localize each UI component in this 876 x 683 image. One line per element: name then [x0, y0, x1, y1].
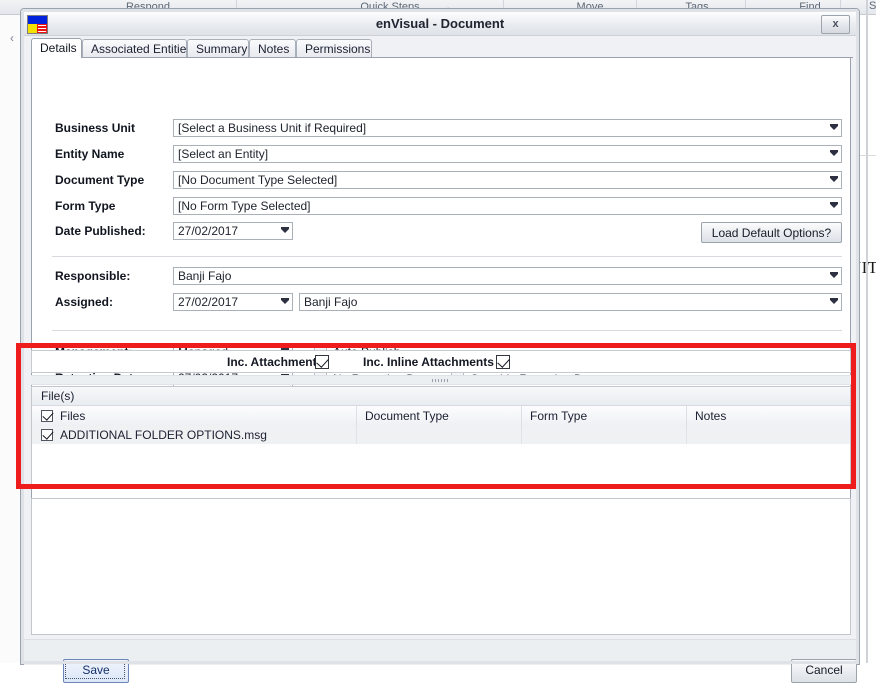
inc-attachments-label: Inc. Attachments: [227, 355, 324, 369]
dialog-footer: [24, 639, 856, 665]
form-type-label: Form Type: [55, 199, 116, 213]
close-icon[interactable]: x: [821, 15, 850, 34]
dialog-title-bar[interactable]: enVisual - Document x: [24, 12, 856, 36]
ribbon-far-right-label: S: [869, 0, 876, 12]
form-type-combo[interactable]: [No Form Type Selected]: [173, 197, 842, 215]
column-header-document-type[interactable]: Document Type: [357, 406, 522, 426]
assigned-label: Assigned:: [55, 295, 114, 309]
chevron-down-icon[interactable]: [830, 176, 838, 182]
form-divider-1: [52, 256, 842, 257]
tab-details[interactable]: Details: [31, 38, 82, 58]
chevron-down-icon[interactable]: [281, 227, 289, 233]
form-type-value: [No Form Type Selected]: [178, 199, 311, 213]
dialog-title: enVisual - Document: [375, 16, 505, 31]
load-default-options-button[interactable]: Load Default Options?: [701, 222, 842, 243]
column-header-files[interactable]: Files: [32, 406, 357, 426]
business-unit-combo[interactable]: [Select a Business Unit if Required]: [173, 119, 842, 137]
background-left-column: [0, 14, 20, 663]
form-divider-2: [52, 330, 842, 331]
cell-form-type: [522, 426, 687, 444]
column-header-notes[interactable]: Notes: [687, 406, 850, 426]
collapse-chevron-icon[interactable]: ‹: [5, 28, 19, 48]
date-published-label: Date Published:: [55, 224, 146, 238]
chevron-down-icon[interactable]: [830, 202, 838, 208]
assigned-date-input[interactable]: 27/02/2017: [173, 293, 293, 311]
files-grid-header: Files Document Type Form Type Notes: [32, 406, 850, 427]
chevron-down-icon[interactable]: [830, 298, 838, 304]
cell-document-type: [357, 426, 522, 444]
business-unit-label: Business Unit: [55, 121, 136, 135]
entity-name-label: Entity Name: [55, 147, 125, 161]
tab-summary-label: Summary: [196, 42, 248, 56]
cell-notes: [687, 426, 850, 444]
entity-name-value: [Select an Entity]: [178, 147, 269, 161]
tab-associated-entities-label: Associated Entities: [91, 42, 193, 56]
tab-notes-label: Notes: [258, 42, 290, 56]
chevron-down-icon[interactable]: [830, 124, 838, 130]
tab-notes[interactable]: Notes: [249, 39, 296, 58]
assigned-date-value: 27/02/2017: [178, 295, 239, 309]
attachments-options-bar: Inc. Attachments Inc. Inline Attachments: [31, 350, 851, 373]
files-grid-empty-area: [32, 444, 850, 485]
assigned-person-value: Banji Fajo: [304, 295, 358, 309]
chevron-down-icon[interactable]: [830, 150, 838, 156]
inc-attachments-checkbox[interactable]: [315, 355, 329, 369]
files-grid: File(s) Files Document Type Form Type No…: [31, 386, 851, 486]
entity-name-combo[interactable]: [Select an Entity]: [173, 145, 842, 163]
date-published-value: 27/02/2017: [178, 224, 239, 238]
tab-permissions[interactable]: Permissions: [296, 39, 372, 58]
responsible-label: Responsible:: [55, 269, 131, 283]
envisual-document-dialog: enVisual - Document x Details Associated…: [20, 8, 860, 683]
splitter-grip-icon: [432, 379, 450, 382]
cancel-button-label: Cancel: [805, 663, 843, 677]
save-button-focus-ring: [65, 661, 125, 679]
document-type-value: [No Document Type Selected]: [178, 173, 338, 187]
tab-bar: Details Associated Entities Summary Note…: [31, 38, 853, 58]
chevron-down-icon[interactable]: [281, 298, 289, 304]
column-header-form-type[interactable]: Form Type: [522, 406, 687, 426]
tab-associated-entities[interactable]: Associated Entities: [82, 39, 192, 58]
document-type-combo[interactable]: [No Document Type Selected]: [173, 171, 842, 189]
assigned-person-combo[interactable]: Banji Fajo: [299, 293, 842, 311]
tab-permissions-label: Permissions: [305, 42, 371, 56]
date-published-input[interactable]: 27/02/2017: [173, 222, 293, 240]
business-unit-value: [Select a Business Unit if Required]: [178, 121, 367, 135]
responsible-value: Banji Fajo: [178, 269, 232, 283]
inc-inline-attachments-label: Inc. Inline Attachments: [363, 355, 494, 369]
tab-summary[interactable]: Summary: [187, 39, 249, 58]
cell-file-name: ADDITIONAL FOLDER OPTIONS.msg: [32, 426, 357, 444]
chevron-down-icon[interactable]: [830, 272, 838, 278]
responsible-combo[interactable]: Banji Fajo: [173, 267, 842, 285]
table-row[interactable]: ADDITIONAL FOLDER OPTIONS.msg: [32, 426, 850, 445]
files-grid-caption: File(s): [32, 387, 850, 406]
background-right-edge: [866, 0, 868, 663]
document-type-label: Document Type: [55, 173, 145, 187]
lower-content-area: [31, 498, 851, 635]
panel-splitter[interactable]: [31, 375, 851, 385]
inc-inline-attachments-checkbox[interactable]: [496, 355, 510, 369]
tab-details-label: Details: [40, 41, 77, 55]
